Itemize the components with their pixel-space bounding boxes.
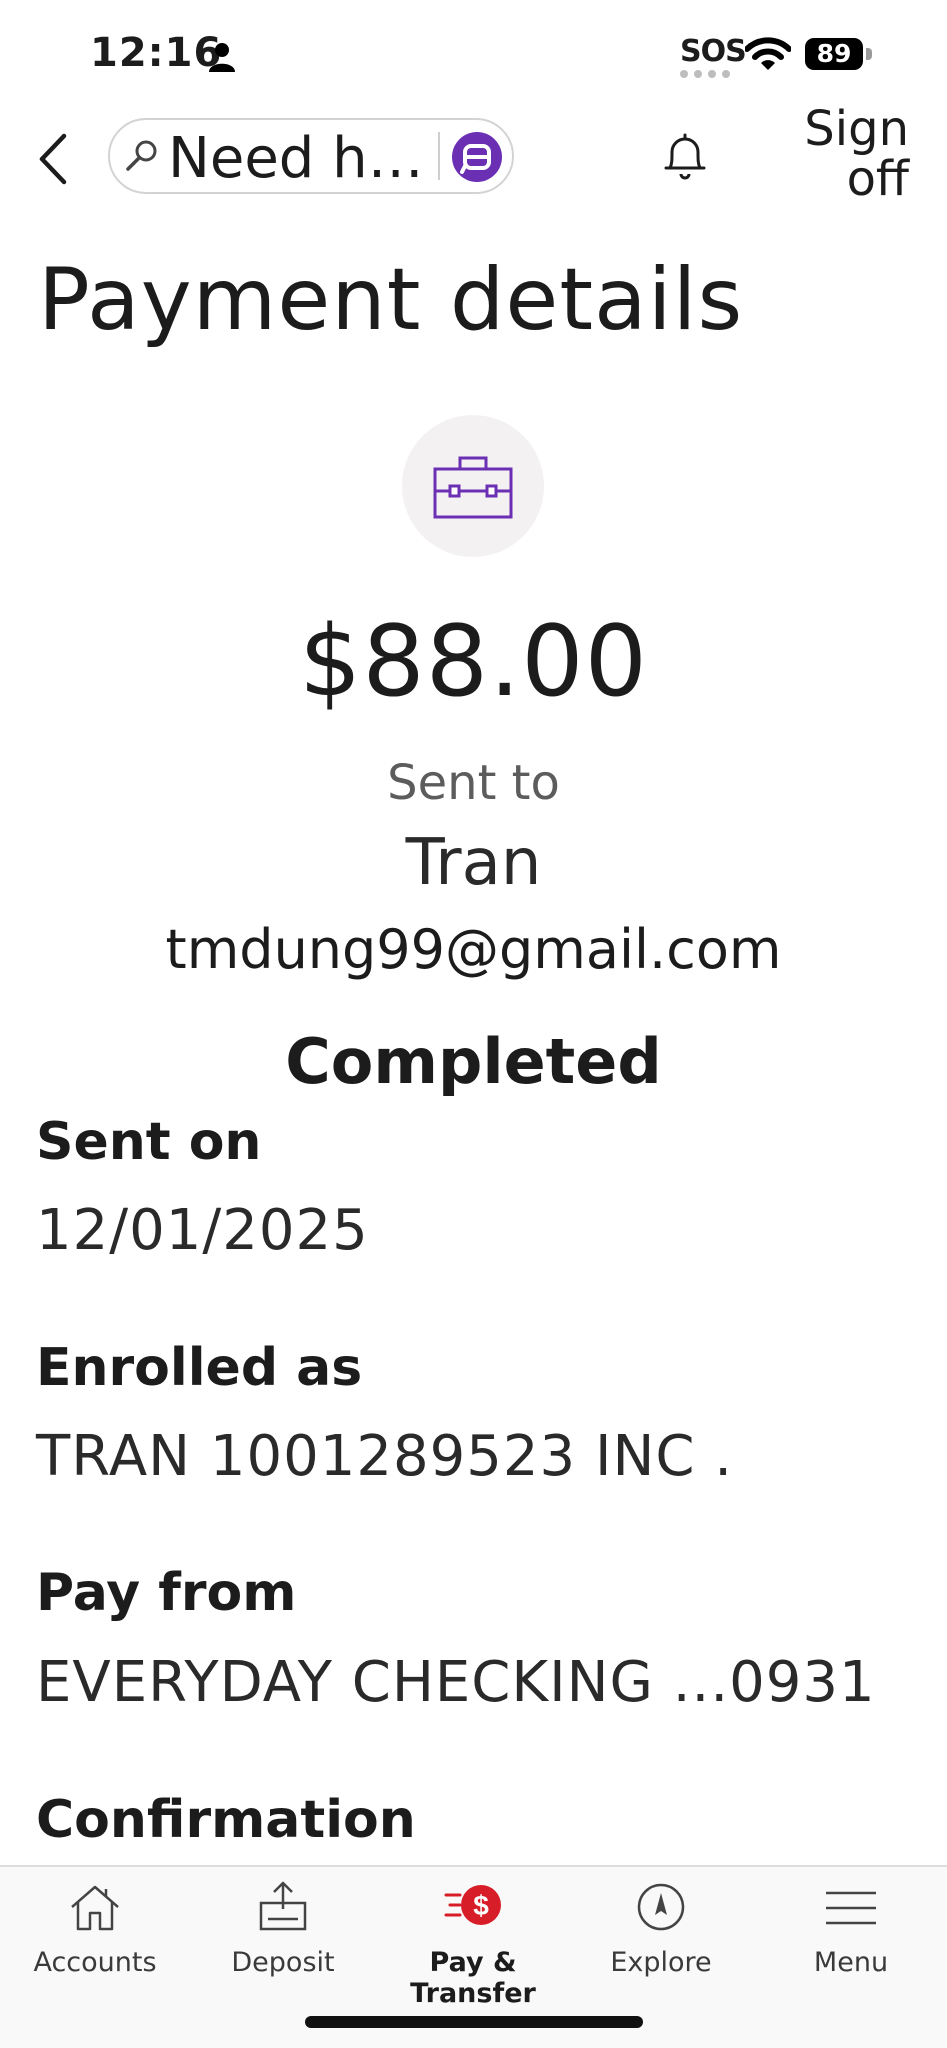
payee-name: Tran (405, 826, 542, 900)
nav-accounts[interactable]: Accounts (0, 1867, 190, 2017)
battery-level: 89 (816, 39, 852, 68)
pay-transfer-icon: $ (444, 1885, 501, 1925)
briefcase-icon (433, 456, 513, 519)
nav-accounts-label: Accounts (33, 1947, 157, 1978)
nav-menu-label: Menu (813, 1947, 889, 1978)
pay-from-value: EVERYDAY CHECKING ...0931 (36, 1650, 876, 1715)
pay-from-label: Pay from (36, 1563, 297, 1623)
enrolled-as-value: TRAN 1001289523 INC . (36, 1424, 734, 1489)
status-bar: 12:16 SOS 89 (0, 0, 947, 110)
nav-menu[interactable]: Menu (756, 1867, 946, 2017)
pill-divider (438, 132, 440, 180)
nav-pay-transfer-label: Pay & Transfer (410, 1947, 536, 2009)
person-icon (209, 43, 235, 72)
sos-indicator: SOS (680, 34, 747, 69)
payee-avatar (402, 415, 544, 557)
page-title: Payment details (38, 250, 744, 350)
enrolled-as-label: Enrolled as (36, 1338, 363, 1398)
wifi-icon (745, 37, 791, 70)
nav-deposit[interactable]: Deposit (188, 1867, 378, 2017)
sent-on-label: Sent on (36, 1112, 262, 1172)
search-placeholder: Need h… (168, 126, 424, 191)
nav-explore-label: Explore (610, 1947, 712, 1978)
payment-amount: $88.00 (299, 605, 648, 719)
sent-to-label: Sent to (387, 755, 560, 811)
signal-dots-icon (680, 70, 730, 78)
back-arrow-icon[interactable] (34, 130, 72, 188)
fargo-assistant-icon[interactable] (452, 132, 502, 182)
payment-status: Completed (285, 1025, 662, 1098)
battery-icon: 89 (805, 38, 877, 72)
home-indicator[interactable] (305, 2016, 643, 2028)
svg-text:$: $ (473, 1890, 489, 1921)
search-assistant-input[interactable]: Need h… (108, 118, 514, 194)
status-time: 12:16 (90, 30, 223, 76)
nav-pay-transfer[interactable]: $ Pay & Transfer (378, 1867, 568, 2017)
sent-on-value: 12/01/2025 (36, 1198, 369, 1263)
compass-icon (637, 1883, 685, 1931)
sign-off-button[interactable]: Sign off (759, 104, 909, 204)
payee-email: tmdung99@gmail.com (165, 918, 782, 981)
home-icon (71, 1885, 119, 1931)
deposit-icon (259, 1881, 307, 1931)
confirmation-label: Confirmation (36, 1790, 416, 1850)
search-icon (126, 140, 157, 171)
nav-explore[interactable]: Explore (566, 1867, 756, 2017)
notification-bell-icon[interactable] (660, 130, 710, 184)
hamburger-icon (826, 1891, 876, 1925)
nav-deposit-label: Deposit (231, 1947, 335, 1978)
